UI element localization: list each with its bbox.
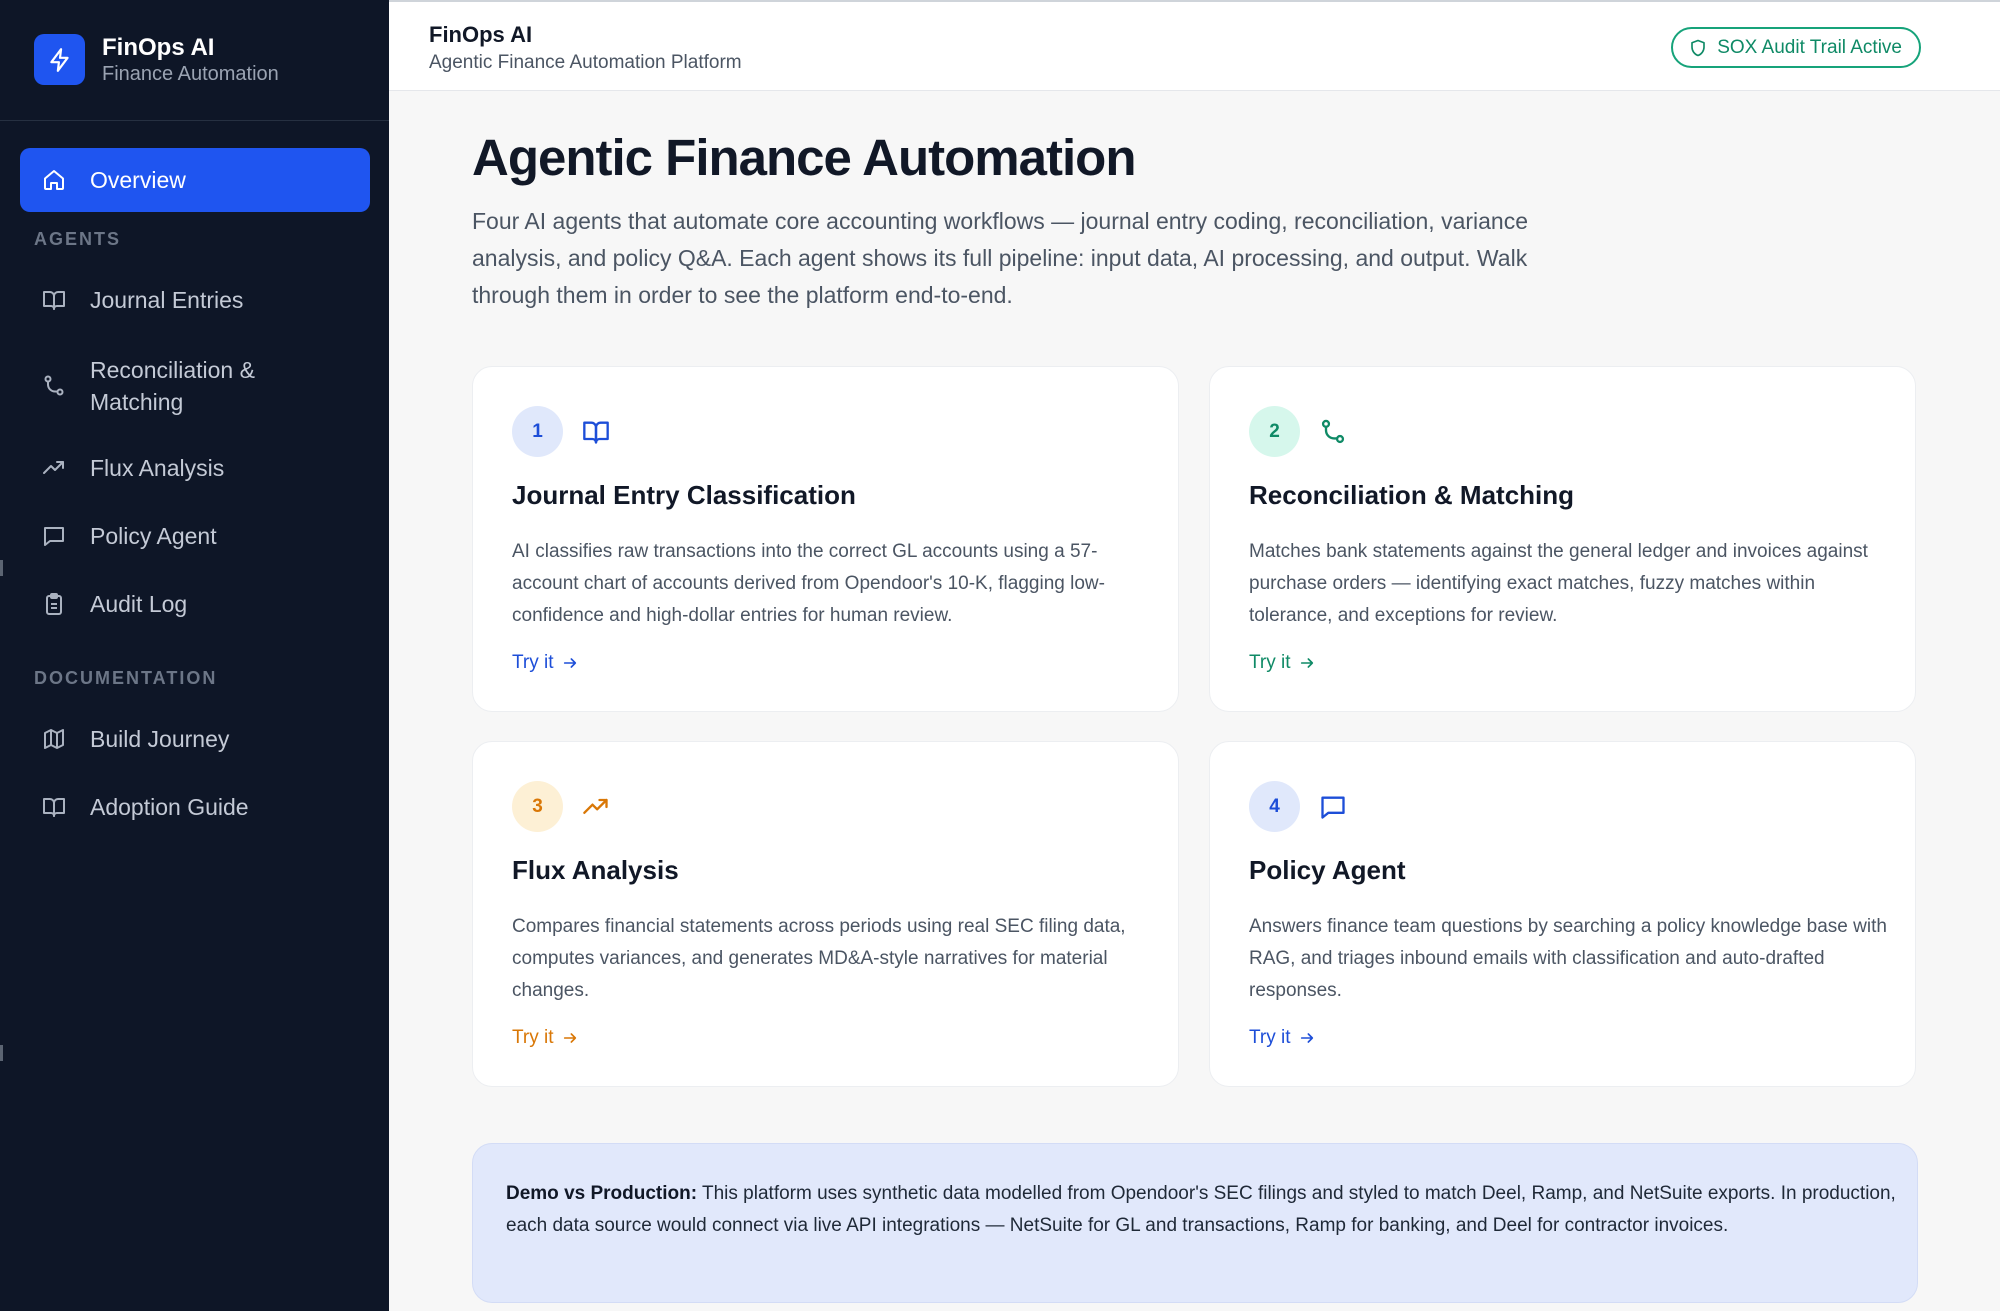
- agent-card-journal-entry[interactable]: 1 Journal Entry Classification AI classi…: [472, 366, 1179, 712]
- card-title: Journal Entry Classification: [512, 480, 856, 510]
- try-it-link[interactable]: Try it: [512, 652, 578, 674]
- header-subtitle: Agentic Finance Automation Platform: [429, 52, 742, 73]
- brand-title: FinOps AI: [102, 34, 215, 61]
- sidebar-item-label: Audit Log: [90, 591, 188, 617]
- sidebar-item-audit-log[interactable]: Audit Log: [20, 580, 370, 628]
- header-title: FinOps AI: [429, 22, 533, 47]
- trending-up-icon: [581, 792, 611, 822]
- card-description: AI classifies raw transactions into the …: [512, 541, 1105, 626]
- arrow-right-icon: [1299, 1030, 1315, 1046]
- brand-subtitle: Finance Automation: [102, 63, 279, 85]
- window-edge-mark: [0, 560, 3, 576]
- book-open-icon: [581, 417, 611, 447]
- try-it-label: Try it: [512, 1027, 554, 1048]
- step-number-badge: 4: [1249, 781, 1300, 832]
- section-label-documentation: DOCUMENTATION: [34, 668, 218, 688]
- note-body: This platform uses synthetic data modell…: [506, 1183, 1896, 1236]
- sidebar-item-label: Adoption Guide: [90, 794, 249, 820]
- card-title: Policy Agent: [1249, 855, 1406, 885]
- git-merge-icon: [40, 372, 68, 400]
- demo-vs-production-note: Demo vs Production: This platform uses s…: [472, 1143, 1918, 1303]
- sidebar-item-overview[interactable]: Overview: [20, 148, 370, 212]
- try-it-label: Try it: [1249, 1027, 1291, 1048]
- sidebar-item-reconciliation[interactable]: Reconciliation & Matching: [20, 350, 370, 422]
- git-merge-icon: [1318, 417, 1348, 447]
- sidebar-item-label: Reconciliation & Matching: [90, 357, 255, 415]
- map-icon: [40, 725, 68, 753]
- message-square-icon: [40, 522, 68, 550]
- top-header: FinOps AI Agentic Finance Automation Pla…: [389, 0, 2000, 91]
- step-number-badge: 2: [1249, 406, 1300, 457]
- arrow-right-icon: [562, 1030, 578, 1046]
- agent-card-reconciliation[interactable]: 2 Reconciliation & Matching Matches bank…: [1209, 366, 1916, 712]
- sidebar-item-journal-entries[interactable]: Journal Entries: [20, 276, 370, 324]
- clipboard-icon: [40, 590, 68, 618]
- intro-text: Four AI agents that automate core accoun…: [472, 208, 1529, 308]
- sidebar: FinOps AI Finance Automation Overview AG…: [0, 0, 389, 1311]
- try-it-link[interactable]: Try it: [1249, 652, 1315, 674]
- shield-icon: [1689, 39, 1707, 57]
- sidebar-item-label: Journal Entries: [90, 287, 244, 313]
- try-it-label: Try it: [1249, 652, 1291, 673]
- card-description: Answers finance team questions by search…: [1249, 916, 1887, 1001]
- note-text: Demo vs Production: This platform uses s…: [506, 1178, 1896, 1242]
- sidebar-item-build-journey[interactable]: Build Journey: [20, 715, 370, 763]
- book-open-icon: [40, 286, 68, 314]
- try-it-link[interactable]: Try it: [512, 1027, 578, 1049]
- sidebar-item-flux-analysis[interactable]: Flux Analysis: [20, 444, 370, 492]
- sidebar-item-label: Overview: [90, 167, 186, 193]
- window-edge-mark: [0, 1045, 3, 1061]
- card-description: Compares financial statements across per…: [512, 916, 1126, 1001]
- arrow-right-icon: [562, 655, 578, 671]
- sidebar-item-label: Build Journey: [90, 726, 230, 752]
- sidebar-item-policy-agent[interactable]: Policy Agent: [20, 512, 370, 560]
- try-it-link[interactable]: Try it: [1249, 1027, 1315, 1049]
- sox-badge-label: SOX Audit Trail Active: [1717, 36, 1902, 58]
- agent-card-policy-agent[interactable]: 4 Policy Agent Answers finance team ques…: [1209, 741, 1916, 1087]
- message-square-icon: [1318, 792, 1348, 822]
- book-open-icon: [40, 793, 68, 821]
- brand: FinOps AI Finance Automation: [0, 0, 389, 121]
- arrow-right-icon: [1299, 655, 1315, 671]
- page-title: Agentic Finance Automation: [472, 129, 1136, 186]
- sidebar-item-label: Flux Analysis: [90, 455, 225, 481]
- section-label-agents: AGENTS: [34, 229, 122, 249]
- card-title: Reconciliation & Matching: [1249, 480, 1575, 510]
- note-label: Demo vs Production:: [506, 1183, 698, 1204]
- card-description: Matches bank statements against the gene…: [1249, 541, 1868, 626]
- card-title: Flux Analysis: [512, 855, 679, 885]
- agent-card-flux-analysis[interactable]: 3 Flux Analysis Compares financial state…: [472, 741, 1179, 1087]
- trending-up-icon: [40, 454, 68, 482]
- step-number-badge: 1: [512, 406, 563, 457]
- home-icon: [40, 166, 68, 194]
- sox-audit-badge[interactable]: SOX Audit Trail Active: [1671, 27, 1921, 68]
- try-it-label: Try it: [512, 652, 554, 673]
- sidebar-item-label: Policy Agent: [90, 523, 217, 549]
- step-number-badge: 3: [512, 781, 563, 832]
- lightning-icon: [34, 34, 85, 85]
- sidebar-item-adoption-guide[interactable]: Adoption Guide: [20, 783, 370, 831]
